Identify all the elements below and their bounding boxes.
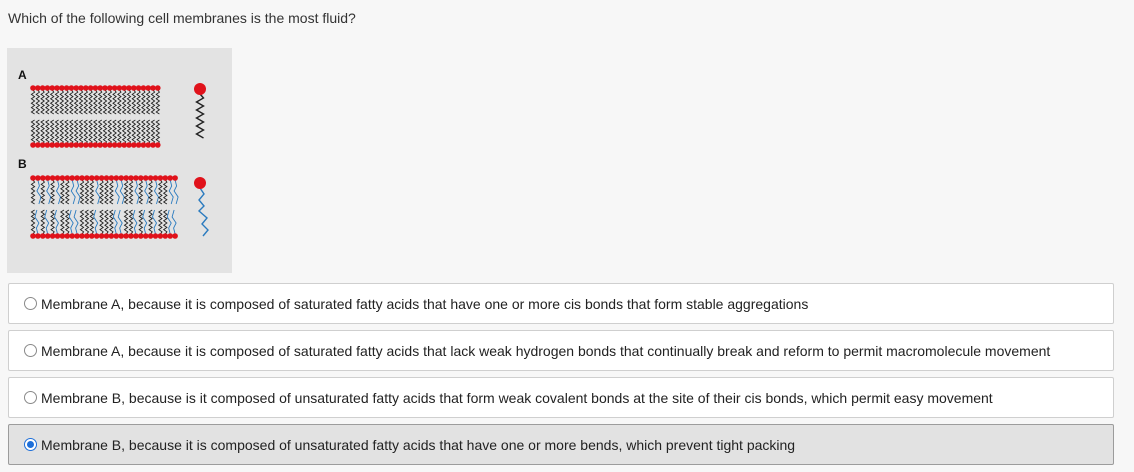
bilayer-b bbox=[30, 175, 179, 239]
answer-option-3[interactable]: Membrane B, because is it composed of un… bbox=[8, 377, 1114, 418]
answer-option-1[interactable]: Membrane A, because it is composed of sa… bbox=[8, 283, 1114, 324]
question-text: Which of the following cell membranes is… bbox=[8, 10, 356, 26]
answer-option-label: Membrane B, because it is composed of un… bbox=[41, 436, 796, 453]
membrane-diagram: A B bbox=[18, 68, 209, 239]
saturated-lipid-icon bbox=[194, 83, 206, 139]
answer-option-label: Membrane B, because is it composed of un… bbox=[41, 389, 993, 406]
radio-button[interactable] bbox=[24, 344, 37, 357]
label-membrane-b: B bbox=[18, 157, 27, 171]
answer-options: Membrane A, because it is composed of sa… bbox=[8, 283, 1114, 471]
answer-option-2[interactable]: Membrane A, because it is composed of sa… bbox=[8, 330, 1114, 371]
membrane-figure: A B bbox=[7, 48, 232, 273]
unsaturated-lipid-icon bbox=[194, 177, 209, 237]
answer-option-label: Membrane A, because it is composed of sa… bbox=[41, 295, 809, 312]
radio-button[interactable] bbox=[24, 297, 37, 310]
radio-button[interactable] bbox=[24, 438, 37, 451]
answer-option-label: Membrane A, because it is composed of sa… bbox=[41, 342, 1051, 359]
label-membrane-a: A bbox=[18, 68, 27, 82]
answer-option-4[interactable]: Membrane B, because it is composed of un… bbox=[8, 424, 1114, 465]
radio-button[interactable] bbox=[24, 391, 37, 404]
bilayer-a bbox=[30, 85, 161, 148]
